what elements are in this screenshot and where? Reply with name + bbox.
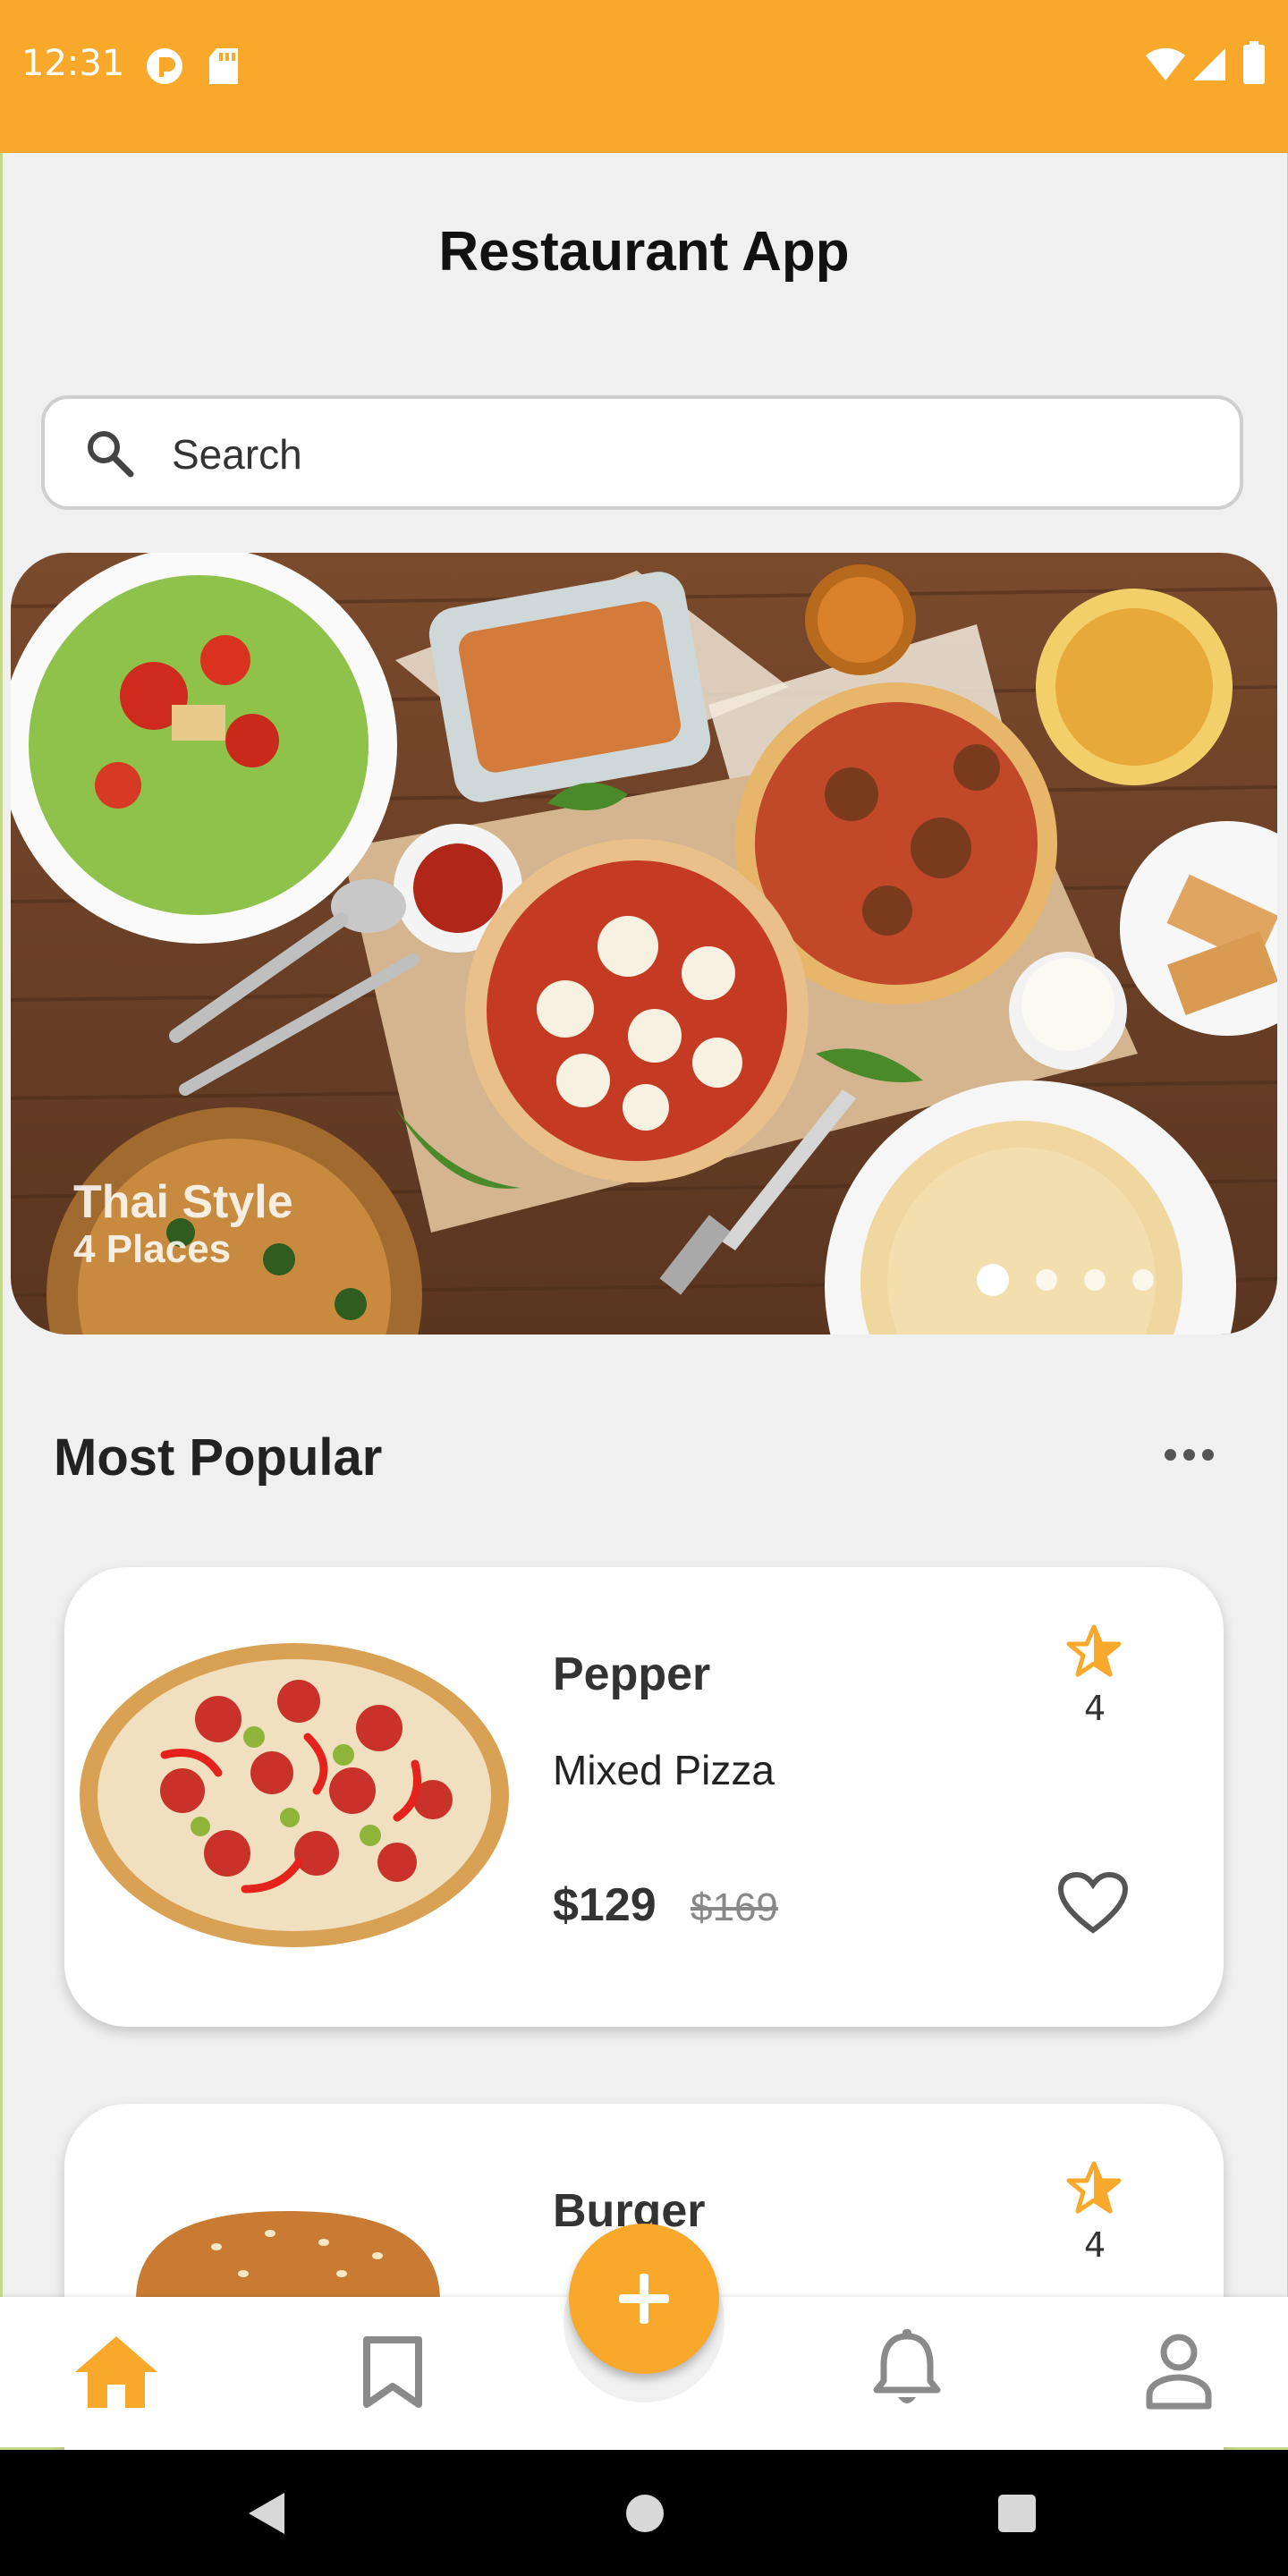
hero-caption: Thai Style 4 Places — [73, 1175, 293, 1272]
page-title: Restaurant App — [438, 221, 850, 283]
battery-icon — [1243, 41, 1265, 84]
signal-icon — [1193, 48, 1225, 80]
home-icon[interactable] — [72, 2333, 161, 2410]
search-icon — [88, 431, 134, 478]
section-title: Most Popular — [54, 1428, 383, 1487]
pizza-image — [80, 1643, 509, 1947]
item-rating: 4 — [1084, 1689, 1106, 1728]
search-bar[interactable] — [41, 395, 1243, 510]
carousel-dot[interactable] — [1084, 1269, 1106, 1291]
item-old-price: $169 — [691, 1885, 778, 1929]
recents-icon[interactable] — [996, 2493, 1038, 2534]
item-rating: 4 — [1084, 2225, 1106, 2265]
carousel-dot[interactable] — [977, 1264, 1009, 1296]
add-button[interactable] — [569, 2224, 719, 2374]
home-system-icon[interactable] — [624, 2493, 665, 2534]
bookmark-icon[interactable] — [361, 2336, 424, 2408]
hero-banner[interactable]: Thai Style 4 Places — [11, 553, 1277, 1335]
hero-subtitle: 4 Places — [73, 1227, 232, 1271]
food-card[interactable]: Pepper Mixed Pizza $129 $169 4 — [64, 1567, 1224, 2027]
item-price: $129 — [553, 1879, 657, 1931]
carousel-dot[interactable] — [1132, 1269, 1154, 1291]
hero-title: Thai Style — [73, 1176, 293, 1228]
search-input[interactable] — [170, 422, 1157, 487]
item-name: Pepper — [553, 1648, 711, 1700]
carousel-indicator — [977, 1264, 1154, 1296]
back-icon[interactable] — [243, 2489, 288, 2538]
more-options-icon[interactable] — [1165, 1449, 1214, 1461]
notification-icon — [147, 48, 182, 84]
wifi-icon — [1146, 47, 1185, 80]
system-navigation-bar — [0, 2450, 1288, 2576]
status-time: 12:31 — [21, 43, 125, 84]
star-icon — [1066, 2161, 1122, 2214]
status-bar: 12:31 — [0, 0, 1288, 153]
star-icon — [1066, 1624, 1122, 1677]
sd-card-icon — [209, 48, 238, 84]
favorite-icon[interactable] — [1057, 1871, 1129, 1936]
carousel-dot[interactable] — [1036, 1269, 1057, 1291]
bell-icon[interactable] — [873, 2329, 941, 2410]
item-description: Mixed Pizza — [553, 1747, 775, 1793]
profile-icon[interactable] — [1145, 2333, 1213, 2410]
add-icon — [619, 2274, 669, 2324]
